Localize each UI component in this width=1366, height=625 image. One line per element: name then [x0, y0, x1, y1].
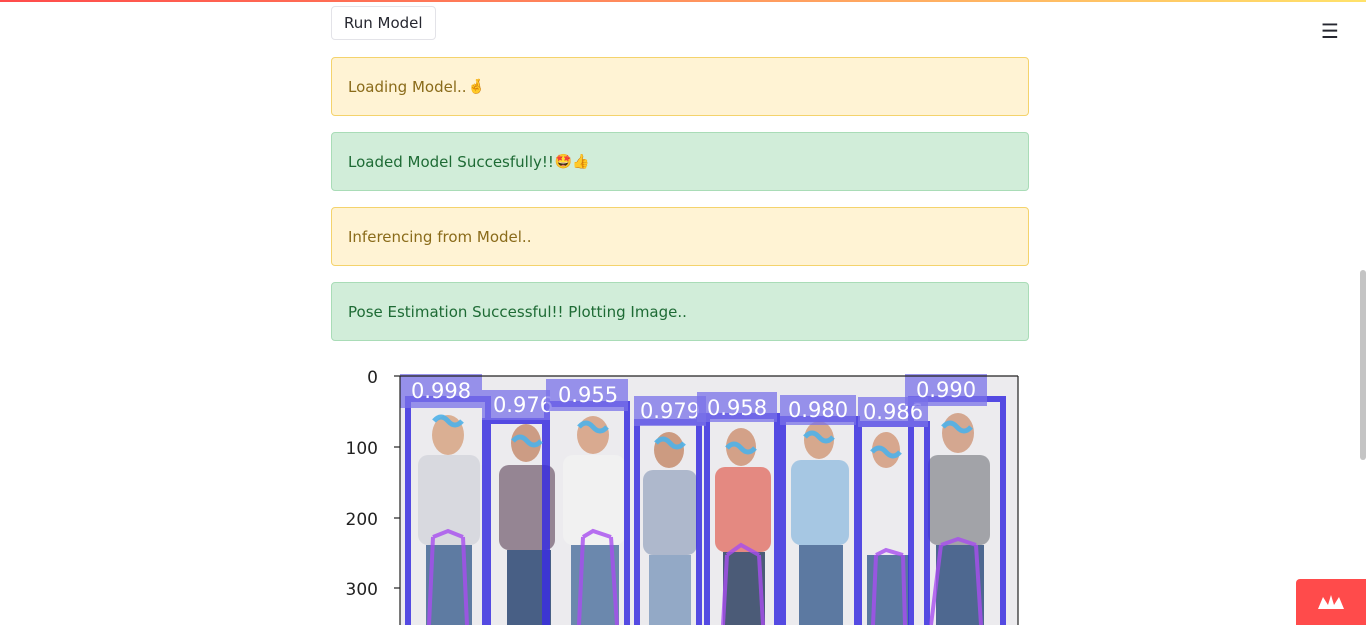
hamburger-menu-icon[interactable]: ☰ — [1316, 17, 1344, 45]
crossed-fingers-icon: 🤞 — [467, 78, 485, 95]
alert-text: Loading Model.. — [348, 77, 467, 96]
page-scrollbar[interactable] — [1360, 270, 1366, 460]
alert-text: Pose Estimation Successful!! Plotting Im… — [348, 302, 687, 321]
crown-icon — [1318, 595, 1344, 609]
alert-loading-model: Loading Model.. 🤞 — [331, 57, 1029, 116]
top-accent-bar — [0, 0, 1366, 2]
y-tick-label: 100 — [346, 439, 378, 459]
y-tick-label: 300 — [346, 580, 378, 600]
alert-model-loaded: Loaded Model Succesfully!! 🤩👍 — [331, 132, 1029, 191]
alert-inferencing: Inferencing from Model.. — [331, 207, 1029, 266]
pose-estimation-plot: 0.998 0.976 0.955 0.979 0.958 0.980 0.98… — [346, 368, 1019, 625]
confidence-label: 0.976 — [493, 393, 553, 417]
alert-pose-success: Pose Estimation Successful!! Plotting Im… — [331, 282, 1029, 341]
confidence-label: 0.980 — [788, 398, 848, 422]
alert-text: Loaded Model Succesfully!! — [348, 152, 554, 171]
alert-text: Inferencing from Model.. — [348, 227, 532, 246]
streamlit-crown-icon[interactable] — [1296, 579, 1366, 625]
confidence-label: 0.990 — [916, 378, 976, 402]
star-eyes-thumbs-up-icon: 🤩👍 — [554, 153, 590, 170]
confidence-label: 0.979 — [640, 399, 700, 423]
confidence-label: 0.998 — [411, 379, 471, 403]
y-tick-label: 200 — [346, 510, 378, 530]
confidence-label: 0.955 — [558, 383, 618, 407]
run-model-button[interactable]: Run Model — [331, 6, 436, 40]
confidence-label: 0.958 — [707, 396, 767, 420]
y-tick-label: 0 — [367, 368, 378, 388]
